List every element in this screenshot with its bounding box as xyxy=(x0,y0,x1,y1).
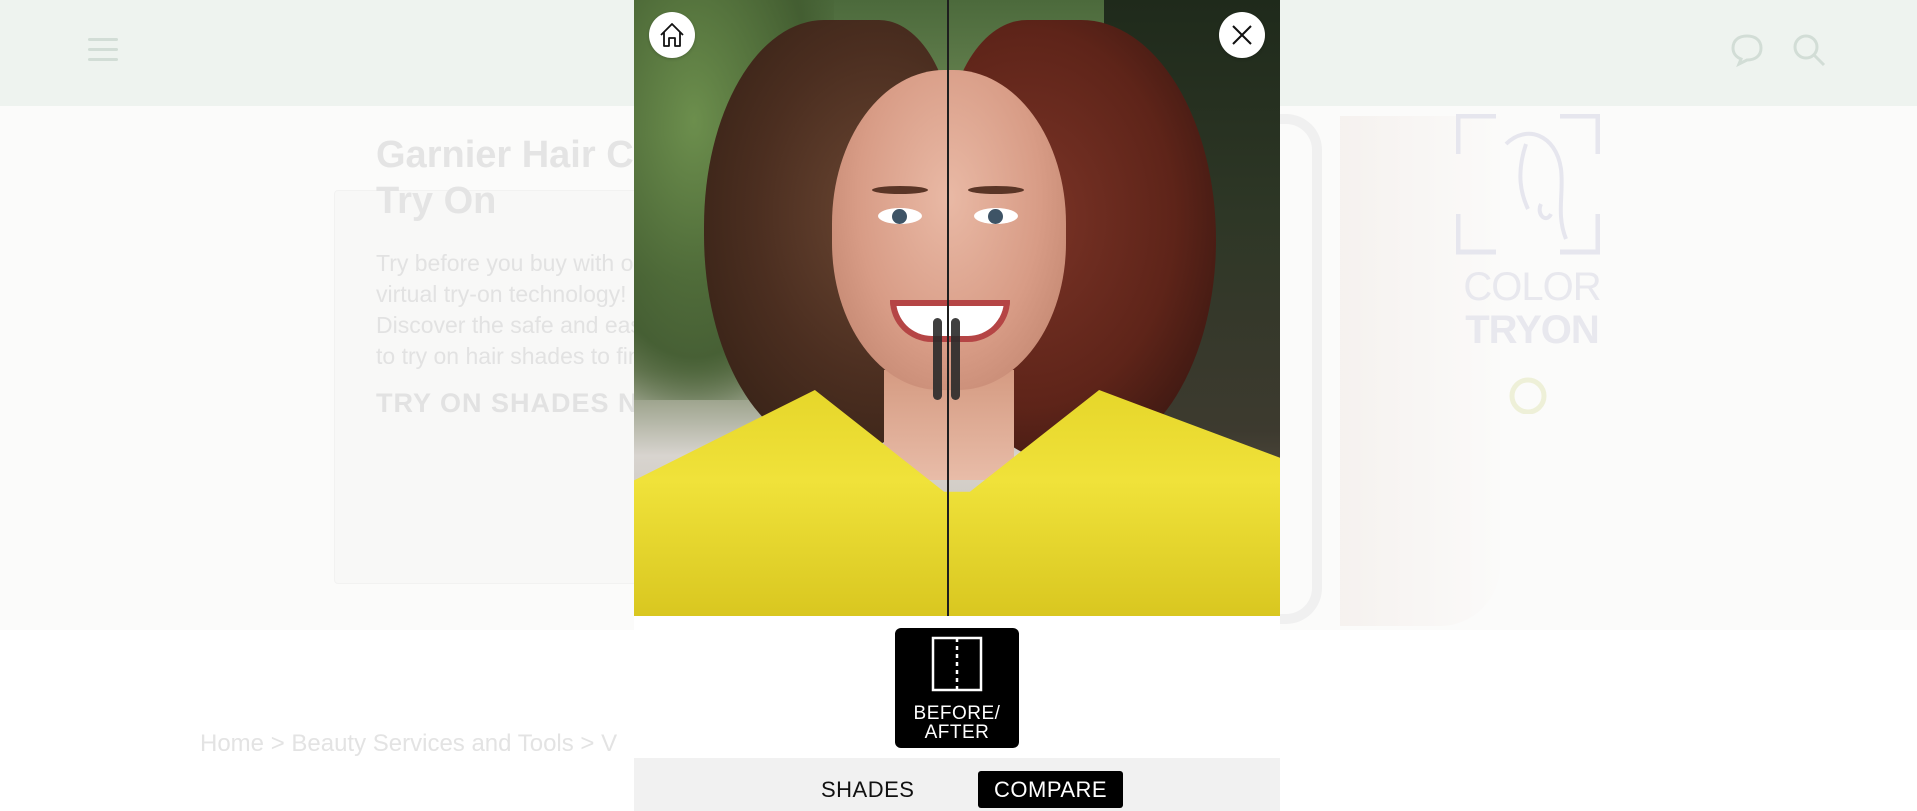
home-button[interactable] xyxy=(649,12,695,58)
tab-compare[interactable]: COMPARE xyxy=(978,771,1124,808)
photo-eye-right xyxy=(974,208,1018,224)
logo-text-color: COLOR xyxy=(1463,265,1601,309)
logo-text-tryon: TRYON xyxy=(1465,308,1600,352)
color-tryon-logo-icon xyxy=(1456,114,1600,414)
modal-tab-bar: SHADES COMPARE xyxy=(634,758,1280,811)
breadcrumb[interactable]: Home > Beauty Services and Tools > V xyxy=(200,730,617,758)
before-after-button[interactable]: BEFORE/AFTER xyxy=(895,628,1019,748)
try-on-modal: BEFORE/AFTER SHADES COMPARE xyxy=(634,0,1280,811)
photo-eye-left xyxy=(878,208,922,224)
search-icon[interactable] xyxy=(1791,32,1827,68)
tab-shades[interactable]: SHADES xyxy=(805,771,930,808)
photo-brow-right xyxy=(968,186,1024,194)
hamburger-icon[interactable] xyxy=(88,36,118,62)
split-view-icon xyxy=(931,636,983,692)
close-button[interactable] xyxy=(1219,12,1265,58)
close-icon xyxy=(1232,25,1252,45)
compare-divider[interactable] xyxy=(947,0,949,616)
compare-drag-handle[interactable] xyxy=(930,318,964,400)
compare-photo[interactable] xyxy=(634,0,1280,616)
home-icon xyxy=(660,23,684,47)
before-after-label: BEFORE/AFTER xyxy=(913,703,1001,743)
chat-icon[interactable] xyxy=(1729,32,1765,68)
photo-brow-left xyxy=(872,186,928,194)
